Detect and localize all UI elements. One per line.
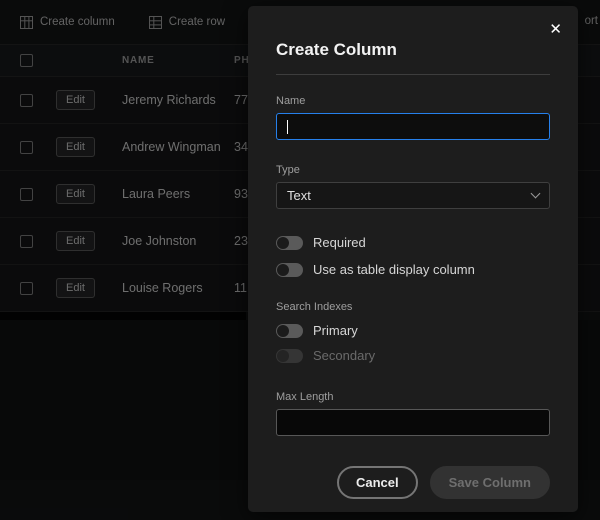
name-input[interactable] — [276, 113, 550, 140]
type-field-label: Type — [276, 164, 550, 176]
display-column-toggle-row: Use as table display column — [276, 262, 550, 277]
name-field-group: Name — [276, 95, 550, 140]
toggle-knob — [277, 264, 289, 276]
chevron-down-icon — [531, 189, 541, 199]
required-toggle[interactable] — [276, 236, 303, 250]
toggle-knob — [277, 325, 289, 337]
primary-toggle-row: Primary — [276, 323, 550, 338]
max-length-field-group: Max Length — [276, 391, 550, 436]
secondary-toggle-label: Secondary — [313, 348, 375, 363]
required-toggle-label: Required — [313, 235, 366, 250]
cancel-button[interactable]: Cancel — [337, 466, 418, 499]
secondary-toggle — [276, 349, 303, 363]
secondary-toggle-row: Secondary — [276, 348, 550, 363]
required-toggle-row: Required — [276, 235, 550, 250]
type-select-value: Text — [287, 188, 311, 203]
modal-title: Create Column — [276, 40, 550, 60]
type-select[interactable]: Text — [276, 182, 550, 209]
display-column-toggle[interactable] — [276, 263, 303, 277]
modal-footer-buttons: Cancel Save Column — [276, 466, 550, 499]
max-length-input[interactable] — [276, 409, 550, 436]
save-column-button[interactable]: Save Column — [430, 466, 550, 499]
search-indexes-label: Search Indexes — [276, 301, 550, 313]
primary-toggle-label: Primary — [313, 323, 358, 338]
create-column-modal: ✕ Create Column Name Type Text Required … — [248, 6, 578, 512]
display-column-toggle-label: Use as table display column — [313, 262, 475, 277]
search-indexes-group: Search Indexes Primary Secondary — [276, 301, 550, 363]
primary-toggle[interactable] — [276, 324, 303, 338]
toggle-knob — [277, 237, 289, 249]
title-divider — [276, 74, 550, 75]
toggle-knob — [277, 350, 289, 362]
type-field-group: Type Text — [276, 164, 550, 209]
max-length-field-label: Max Length — [276, 391, 550, 403]
name-field-label: Name — [276, 95, 550, 107]
close-icon[interactable]: ✕ — [549, 22, 562, 37]
text-caret — [287, 120, 288, 134]
